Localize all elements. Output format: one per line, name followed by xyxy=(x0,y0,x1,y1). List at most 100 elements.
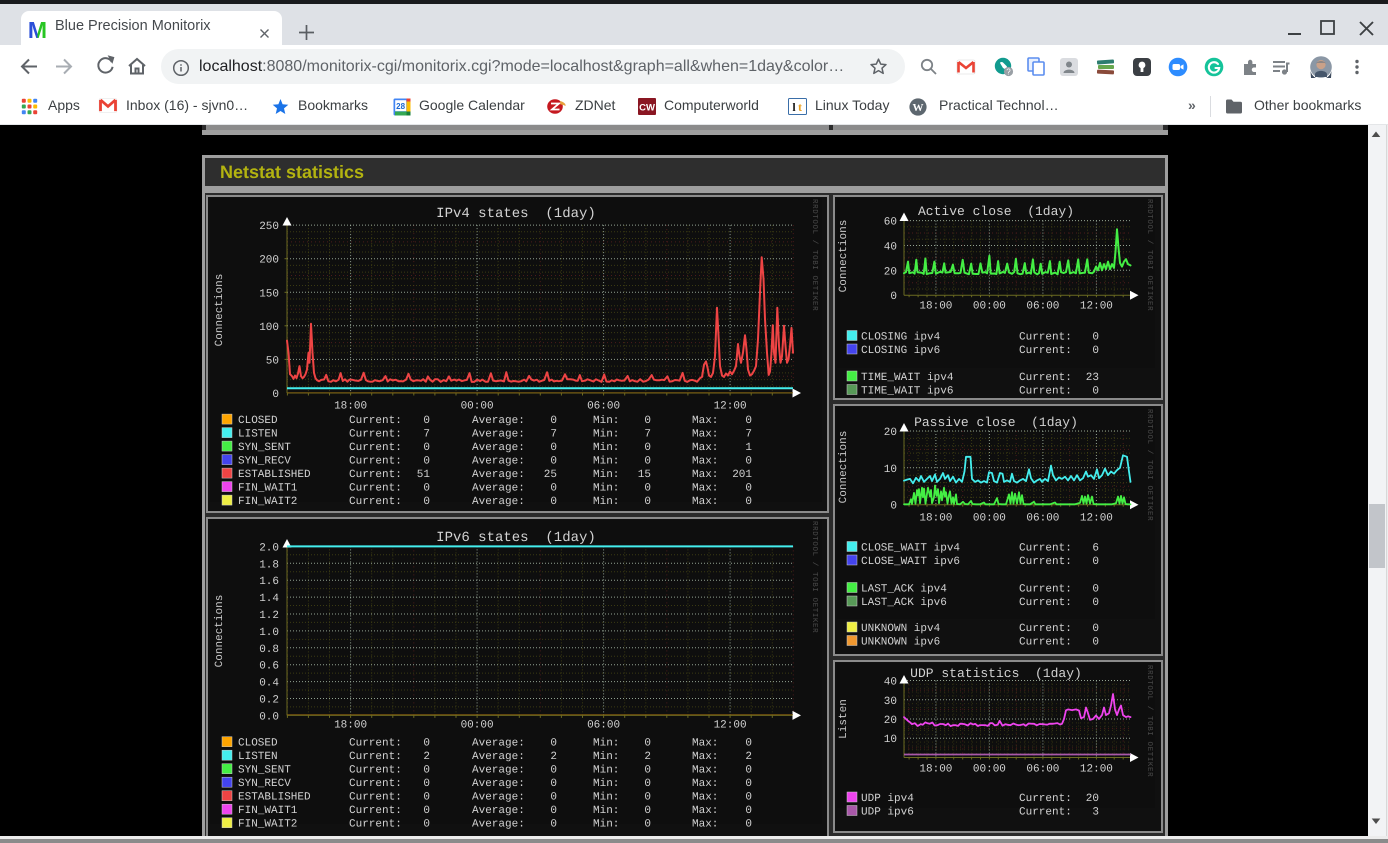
svg-text:Listen: Listen xyxy=(838,699,850,739)
svg-text:7: 7 xyxy=(423,428,430,440)
svg-text:Max:: Max: xyxy=(692,496,718,508)
svg-text:Min:: Min: xyxy=(593,778,619,790)
svg-text:UDP statistics (1day): UDP statistics (1day) xyxy=(910,666,1082,681)
svg-text:12:00: 12:00 xyxy=(1080,764,1113,776)
svg-text:0: 0 xyxy=(550,442,557,454)
svg-text:W: W xyxy=(913,102,924,114)
svg-text:Connections: Connections xyxy=(214,595,226,668)
svg-text:CLOSING ipv4: CLOSING ipv4 xyxy=(861,331,941,343)
svg-text:Max:: Max: xyxy=(692,805,718,817)
svg-text:RRDTOOL / TOBI OETIKER: RRDTOOL / TOBI OETIKER xyxy=(810,199,819,311)
svg-text:Current:: Current: xyxy=(1019,385,1072,397)
svg-text:Current:: Current: xyxy=(1019,806,1072,818)
svg-text:ESTABLISHED: ESTABLISHED xyxy=(238,792,311,804)
svg-text:CLOSE_WAIT ipv4: CLOSE_WAIT ipv4 xyxy=(861,542,960,554)
svg-text:?: ? xyxy=(1006,68,1011,77)
svg-text:0.8: 0.8 xyxy=(259,644,279,656)
svg-text:Current:: Current: xyxy=(1019,331,1072,343)
svg-text:Active close (1day): Active close (1day) xyxy=(918,204,1074,219)
svg-text:Min:: Min: xyxy=(593,751,619,763)
svg-text:UNKNOWN ipv6: UNKNOWN ipv6 xyxy=(861,636,940,648)
svg-text:20: 20 xyxy=(1086,793,1099,805)
svg-text:0: 0 xyxy=(423,415,430,427)
svg-text:0: 0 xyxy=(423,765,430,777)
svg-text:0: 0 xyxy=(644,415,651,427)
svg-text:0: 0 xyxy=(1092,623,1099,635)
svg-text:0: 0 xyxy=(550,455,557,467)
svg-text:0.0: 0.0 xyxy=(259,711,279,723)
svg-text:1.2: 1.2 xyxy=(259,610,279,622)
svg-text:0: 0 xyxy=(550,482,557,494)
svg-text:Current:: Current: xyxy=(349,792,402,804)
svg-text:10: 10 xyxy=(884,734,897,746)
svg-text:Current:: Current: xyxy=(349,738,402,750)
svg-text:0: 0 xyxy=(423,455,430,467)
svg-text:0: 0 xyxy=(644,496,651,508)
svg-text:200: 200 xyxy=(259,255,279,267)
svg-text:0: 0 xyxy=(890,501,897,513)
svg-text:0: 0 xyxy=(1092,597,1099,609)
svg-text:Min:: Min: xyxy=(593,428,619,440)
svg-text:Current:: Current: xyxy=(349,442,402,454)
svg-text:30: 30 xyxy=(884,696,897,708)
svg-text:250: 250 xyxy=(259,221,279,233)
svg-text:0: 0 xyxy=(745,415,752,427)
svg-text:Current:: Current: xyxy=(349,751,402,763)
svg-text:CLOSE_WAIT ipv6: CLOSE_WAIT ipv6 xyxy=(861,556,960,568)
svg-text:0.6: 0.6 xyxy=(259,661,279,673)
svg-text:RRDTOOL / TOBI OETIKER: RRDTOOL / TOBI OETIKER xyxy=(810,521,819,633)
svg-text:06:00: 06:00 xyxy=(587,401,620,413)
svg-text:201: 201 xyxy=(732,469,752,481)
svg-text:50: 50 xyxy=(266,355,279,367)
svg-text:0: 0 xyxy=(550,778,557,790)
svg-text:Current:: Current: xyxy=(349,469,402,481)
svg-text:CLOSED: CLOSED xyxy=(238,738,278,750)
svg-text:FIN_WAIT2: FIN_WAIT2 xyxy=(238,819,297,831)
svg-text:SYN_SENT: SYN_SENT xyxy=(238,765,291,777)
svg-text:Min:: Min: xyxy=(593,469,619,481)
svg-text:SYN_SENT: SYN_SENT xyxy=(238,442,291,454)
svg-text:Current:: Current: xyxy=(349,805,402,817)
svg-text:CW: CW xyxy=(639,103,655,114)
svg-text:Min:: Min: xyxy=(593,738,619,750)
svg-text:Current:: Current: xyxy=(1019,623,1072,635)
svg-text:100: 100 xyxy=(259,322,279,334)
svg-text:0: 0 xyxy=(644,819,651,831)
svg-text:2.0: 2.0 xyxy=(259,542,279,554)
svg-text:t: t xyxy=(798,100,802,114)
svg-text:0: 0 xyxy=(745,778,752,790)
svg-text:Passive close (1day): Passive close (1day) xyxy=(914,415,1078,430)
svg-text:Max:: Max: xyxy=(692,765,718,777)
svg-text:Current:: Current: xyxy=(349,428,402,440)
svg-text:Current:: Current: xyxy=(1019,583,1072,595)
svg-text:Min:: Min: xyxy=(593,442,619,454)
svg-text:0: 0 xyxy=(1092,556,1099,568)
svg-text:0: 0 xyxy=(644,482,651,494)
svg-text:Current:: Current: xyxy=(349,496,402,508)
svg-text:00:00: 00:00 xyxy=(973,301,1006,313)
svg-text:Average:: Average: xyxy=(472,738,525,750)
svg-text:7: 7 xyxy=(745,428,752,440)
svg-text:Current:: Current: xyxy=(1019,793,1072,805)
svg-text:Min:: Min: xyxy=(593,455,619,467)
svg-text:Current:: Current: xyxy=(1019,556,1072,568)
svg-text:Max:: Max: xyxy=(692,415,718,427)
svg-text:UNKNOWN ipv4: UNKNOWN ipv4 xyxy=(861,623,941,635)
svg-text:0: 0 xyxy=(550,496,557,508)
svg-text:0: 0 xyxy=(550,415,557,427)
svg-text:UDP ipv6: UDP ipv6 xyxy=(861,806,914,818)
svg-text:0: 0 xyxy=(423,805,430,817)
svg-text:06:00: 06:00 xyxy=(1026,301,1059,313)
svg-text:1: 1 xyxy=(745,442,752,454)
svg-text:Connections: Connections xyxy=(214,274,226,347)
svg-text:Min:: Min: xyxy=(593,819,619,831)
svg-text:2: 2 xyxy=(423,751,430,763)
svg-text:12:00: 12:00 xyxy=(714,401,747,413)
svg-text:0: 0 xyxy=(745,819,752,831)
svg-text:0: 0 xyxy=(423,819,430,831)
svg-text:18:00: 18:00 xyxy=(334,720,367,732)
svg-text:25: 25 xyxy=(544,469,557,481)
svg-text:0: 0 xyxy=(550,805,557,817)
svg-text:00:00: 00:00 xyxy=(461,720,494,732)
svg-text:0: 0 xyxy=(644,792,651,804)
